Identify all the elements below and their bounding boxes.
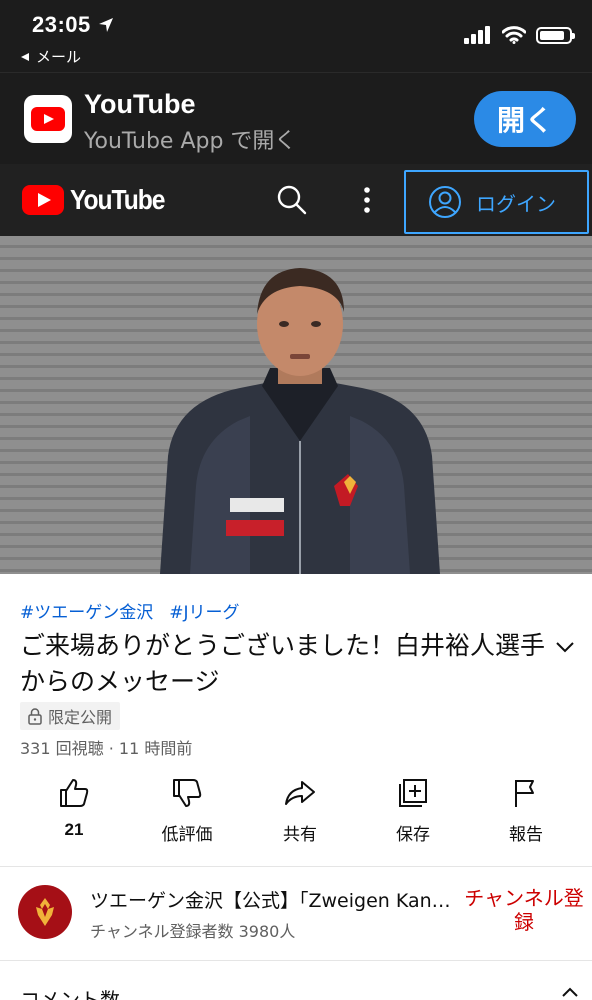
youtube-logo[interactable]: YouTube [22,184,177,216]
view-stats: 331 回視聴 · 11 時間前 [20,739,193,758]
action-row: 21 低評価 共有 保存 報告 [0,776,592,860]
club-crest-icon [36,898,54,926]
save-label: 保存 [396,825,430,845]
share-label: 共有 [283,825,317,845]
account-circle-icon [429,186,461,218]
channel-name[interactable]: ツエーゲン金沢【公式】「Zweigen Kanazawa」 [90,886,452,913]
chevron-up-icon [562,987,578,997]
status-bar: 23:05 メール [0,0,592,72]
more-options-button[interactable] [352,182,382,218]
banner-subtitle: YouTube App で開く [84,129,297,154]
wifi-icon [502,26,526,44]
comments-header[interactable]: コメント数 [20,984,120,1000]
hashtags: #ツエーゲン金沢 #Jリーグ [20,598,240,623]
subscribe-button[interactable]: チャンネル登録 [464,886,584,934]
battery-icon [536,26,575,44]
flag-icon [515,780,534,807]
expand-description-button[interactable] [552,634,578,660]
subscriber-count: チャンネル登録者数 3980人 [90,922,296,941]
youtube-app-icon [24,95,72,143]
back-to-mail-link[interactable]: メール [20,46,81,67]
cellular-signal-icon [464,26,490,44]
thumbs-down-icon [173,779,202,807]
search-button[interactable] [274,182,310,218]
share-arrow-icon [285,781,315,805]
banner-title: YouTube [84,89,196,119]
back-triangle-icon [21,52,29,61]
like-count: 21 [64,820,84,839]
privacy-badge: 限定公開 [20,702,121,730]
chevron-down-icon [556,642,574,653]
report-label: 報告 [509,825,543,845]
add-to-playlist-icon [399,779,427,807]
open-app-button[interactable]: 開く [474,91,576,147]
dislike-button[interactable]: 低評価 [137,776,237,845]
location-arrow-icon [98,18,113,32]
login-label: ログイン [476,191,556,216]
status-indicators [464,26,575,44]
youtube-header: YouTube ログイン [0,164,592,236]
divider [0,960,592,961]
channel-avatar[interactable] [18,885,72,939]
report-button[interactable]: 報告 [476,776,576,845]
video-title[interactable]: ご来場ありがとうございました！白井裕人選手からのメッセージ [20,628,560,700]
battery-level [540,30,564,40]
hashtag-link[interactable]: #ツエーゲン金沢 [20,598,153,623]
search-icon [277,185,307,215]
lock-icon [28,708,42,725]
save-button[interactable]: 保存 [363,776,463,845]
youtube-play-logo-icon [22,185,64,215]
back-label: メール [36,48,82,66]
thumbs-up-icon [60,779,89,807]
hashtag-link[interactable]: #Jリーグ [169,598,239,623]
like-button[interactable]: 21 [24,776,124,840]
divider [0,866,592,867]
share-button[interactable]: 共有 [250,776,350,845]
open-in-app-banner: YouTube YouTube App で開く 開く [0,72,592,164]
vertical-dots-icon [364,187,370,213]
video-frame [0,236,592,574]
clock: 23:05 [32,12,91,37]
status-time: 23:05 [32,12,115,38]
login-button[interactable]: ログイン [404,170,589,234]
video-player[interactable] [0,236,592,574]
comments-expand-button[interactable] [558,984,582,1000]
youtube-logo-text: YouTube [70,184,165,215]
dislike-label: 低評価 [161,825,213,845]
privacy-label: 限定公開 [48,708,113,727]
